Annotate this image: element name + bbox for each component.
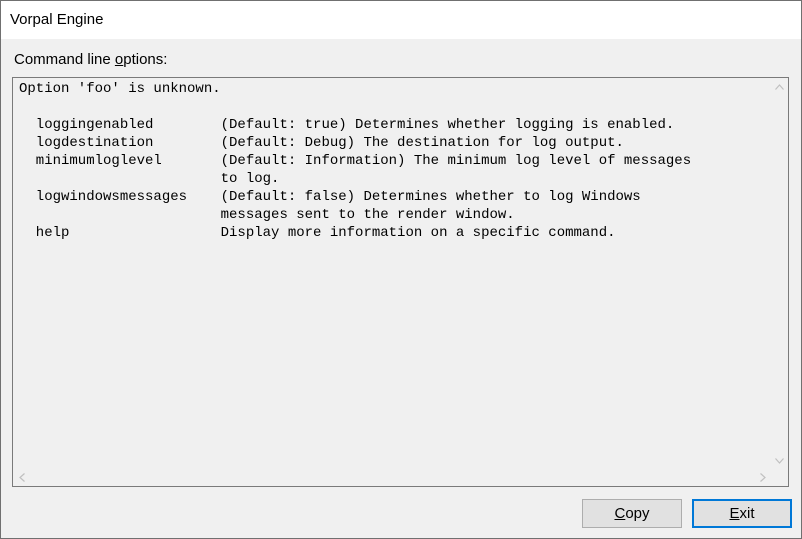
scrollbar-corner [771, 469, 788, 486]
scroll-down-arrow-icon[interactable] [771, 452, 788, 469]
scroll-left-arrow-icon[interactable] [13, 469, 30, 486]
scroll-right-arrow-icon[interactable] [754, 469, 771, 486]
exit-label-rest: xit [739, 505, 755, 522]
window-title: Vorpal Engine [10, 11, 104, 28]
copy-button[interactable]: Copy [582, 499, 682, 528]
vertical-scrollbar[interactable] [771, 78, 788, 469]
copy-label-rest: opy [625, 505, 650, 522]
exit-button[interactable]: Exit [692, 499, 792, 528]
label-suffix: ptions: [123, 51, 168, 68]
dialog-window: Vorpal Engine Command line options: Opti… [0, 0, 802, 539]
copy-accelerator: C [614, 505, 626, 522]
title-bar[interactable]: Vorpal Engine [1, 1, 801, 39]
horizontal-scrollbar[interactable] [13, 469, 771, 486]
exit-accelerator: E [729, 505, 740, 522]
scroll-up-arrow-icon[interactable] [771, 78, 788, 95]
options-output-text[interactable]: Option 'foo' is unknown. loggingenabled … [19, 80, 691, 242]
label-prefix: Command line [14, 51, 115, 68]
options-output-textbox[interactable]: Option 'foo' is unknown. loggingenabled … [12, 77, 789, 487]
command-line-options-label: Command line options: [14, 51, 167, 68]
label-accelerator: o [114, 51, 124, 68]
